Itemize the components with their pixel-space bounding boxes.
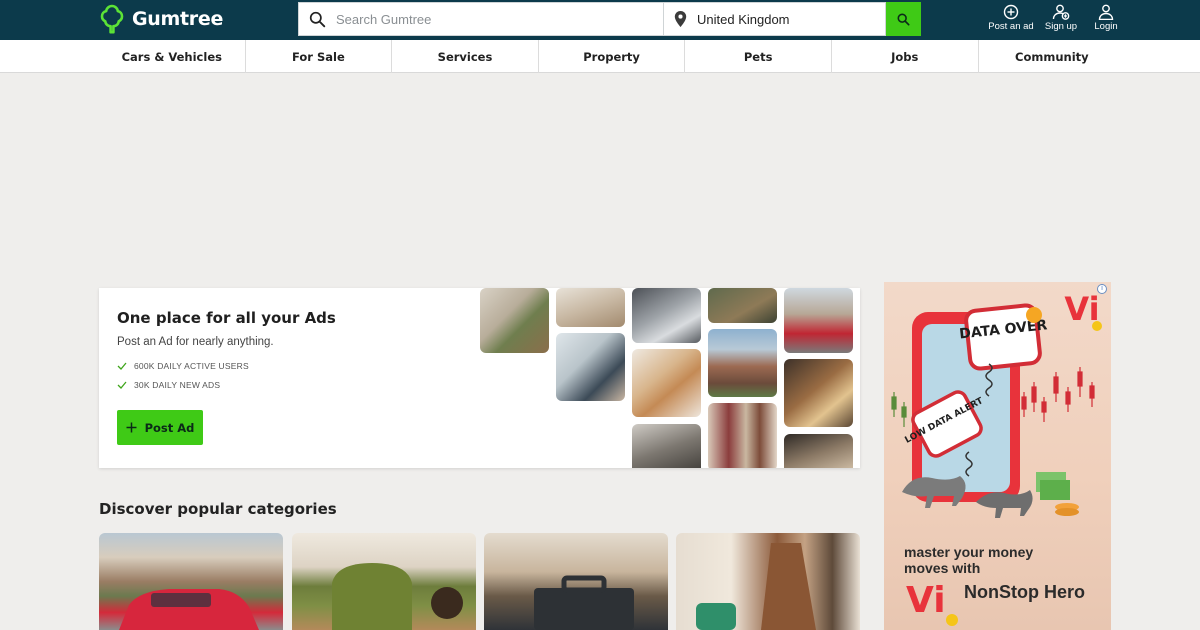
handshake-photo — [556, 333, 625, 401]
category-nav: Cars & Vehicles For Sale Services Proper… — [0, 40, 1200, 73]
location-pin-icon — [674, 11, 687, 27]
nav-item-pets[interactable]: Pets — [685, 40, 832, 73]
check-icon — [117, 381, 127, 389]
login-label: Login — [1094, 21, 1118, 32]
nav-item-services[interactable]: Services — [392, 40, 539, 73]
discover-heading: Discover popular categories — [99, 500, 337, 518]
appliance-photo — [632, 424, 701, 468]
tree-logo-icon — [100, 4, 124, 34]
advertisement-banner[interactable]: DATA OVER LOW DATA ALERT Vi Vi NonStop H… — [884, 282, 1111, 630]
clothes-shape — [696, 543, 816, 630]
search-icon — [897, 13, 910, 26]
category-card-clothes[interactable] — [676, 533, 860, 630]
living-room-photo — [480, 288, 549, 353]
hero-point: 600K DAILY ACTIVE USERS — [117, 361, 249, 371]
hero-card: One place for all your Ads Post an Ad fo… — [99, 288, 860, 468]
workshop-photo — [708, 288, 777, 323]
ad-info-icon[interactable]: i — [1097, 284, 1107, 294]
red-car-shape — [119, 589, 259, 630]
ad-tagline-line1: master your money — [904, 544, 1034, 560]
nav-item-cars-vehicles[interactable]: Cars & Vehicles — [99, 40, 246, 73]
furniture-photo — [556, 288, 625, 327]
hero-title: One place for all your Ads — [117, 309, 336, 327]
gumtree-logo[interactable]: Gumtree — [98, 4, 223, 34]
search-button[interactable] — [886, 2, 921, 36]
hero-point-text: 30K DAILY NEW ADS — [134, 380, 221, 390]
clothes-rack-photo — [708, 403, 777, 468]
add-user-icon — [1052, 4, 1070, 20]
hero-point: 30K DAILY NEW ADS — [117, 380, 220, 390]
ad-brand-bottom: Vi — [906, 580, 946, 621]
category-card-services[interactable] — [484, 533, 668, 630]
post-ad-label: Post Ad — [144, 420, 195, 435]
plus-circle-icon — [1003, 4, 1019, 20]
plus-icon — [126, 422, 137, 433]
street-car-photo — [784, 288, 853, 353]
nav-item-property[interactable]: Property — [539, 40, 686, 73]
toolbox-shape — [534, 575, 634, 630]
armchair-shape — [332, 563, 463, 630]
login-link[interactable]: Login — [1080, 4, 1132, 32]
category-card-cars[interactable] — [99, 533, 283, 630]
ad-artwork: DATA OVER LOW DATA ALERT Vi Vi NonStop H… — [891, 290, 1102, 626]
check-icon — [117, 362, 127, 370]
house-photo — [708, 329, 777, 397]
ad-tagline-line2: moves with — [904, 560, 981, 576]
post-an-ad-link[interactable]: Post an ad — [985, 4, 1037, 32]
ad-tagline: master your money moves with — [904, 544, 1104, 576]
search-icon — [309, 11, 326, 27]
nav-item-for-sale[interactable]: For Sale — [246, 40, 393, 73]
top-header: Gumtree Search Gumtree United Kingdom Po… — [0, 0, 1200, 40]
post-ad-button[interactable]: Post Ad — [117, 410, 203, 445]
category-card-furniture[interactable] — [292, 533, 476, 630]
hero-subtitle: Post an Ad for nearly anything. — [117, 336, 274, 348]
craftsman-photo — [784, 359, 853, 427]
search-placeholder: Search Gumtree — [336, 11, 432, 27]
post-an-ad-label: Post an ad — [988, 21, 1034, 32]
user-icon — [1098, 4, 1114, 20]
dog-photo — [632, 349, 701, 417]
ad-product-name: NonStop Hero — [964, 582, 1085, 602]
location-value: United Kingdom — [697, 11, 790, 27]
kitchen-photo — [784, 434, 853, 468]
laptop-photo — [632, 288, 701, 343]
hero-point-text: 600K DAILY ACTIVE USERS — [134, 361, 249, 371]
search-input[interactable]: Search Gumtree — [298, 2, 663, 36]
location-input[interactable]: United Kingdom — [663, 2, 886, 36]
nav-item-jobs[interactable]: Jobs — [832, 40, 979, 73]
sign-up-label: Sign up — [1044, 21, 1078, 32]
logo-text: Gumtree — [132, 8, 224, 30]
nav-item-community[interactable]: Community — [979, 40, 1126, 73]
